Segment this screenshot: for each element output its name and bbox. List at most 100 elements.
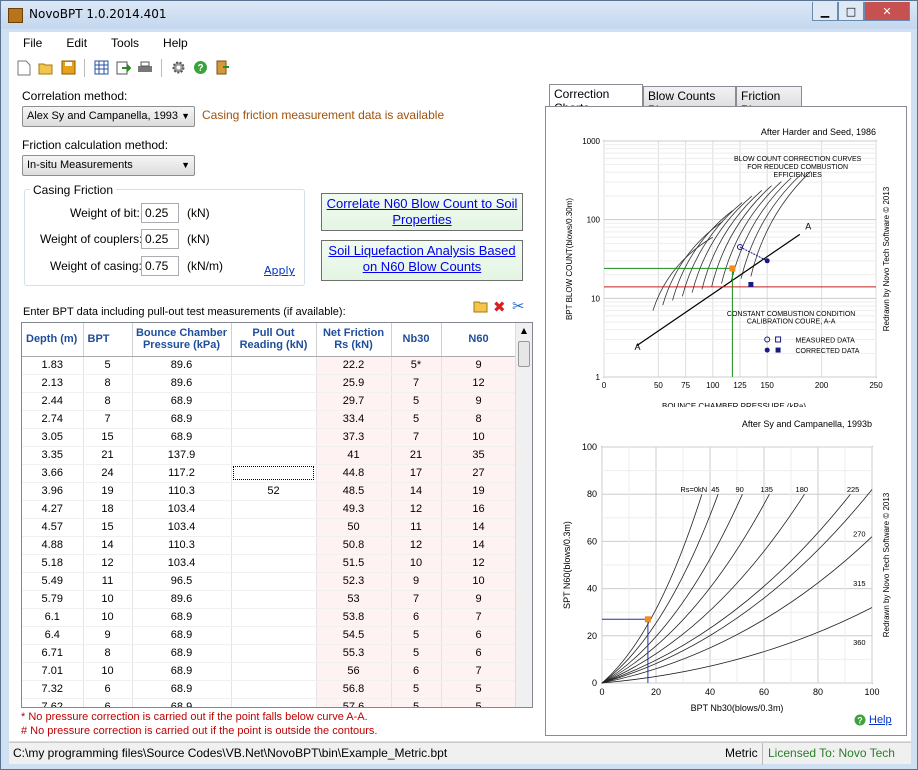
couplers-weight-input[interactable]: 0.25 — [141, 229, 179, 249]
table-cell[interactable] — [231, 356, 317, 375]
table-cell[interactable]: 6 — [391, 662, 442, 681]
table-cell[interactable]: 16 — [441, 500, 517, 519]
table-row[interactable]: 2.74 7 68.9 33.4 5 8 — [22, 410, 517, 429]
table-cell[interactable]: 5 — [391, 410, 442, 429]
liquefaction-button[interactable]: Soil Liquefaction Analysis Based on N60 … — [321, 240, 523, 281]
table-cell[interactable]: 6 — [83, 698, 133, 707]
bit-weight-input[interactable]: 0.25 — [141, 203, 179, 223]
table-cell[interactable]: 5 — [391, 698, 442, 707]
table-cell[interactable]: 7.62 — [22, 698, 84, 707]
table-cell[interactable]: 6 — [83, 680, 133, 699]
table-cell[interactable]: 12 — [441, 374, 517, 393]
column-header[interactable]: Bounce Chamber Pressure (kPa) — [132, 323, 232, 357]
scroll-up-icon[interactable]: ▲ — [516, 323, 532, 339]
casing-weight-input[interactable]: 0.75 — [141, 256, 179, 276]
export-icon[interactable] — [114, 59, 132, 77]
table-cell[interactable]: 11 — [391, 518, 442, 537]
table-cell[interactable] — [231, 572, 317, 591]
table-row[interactable]: 6.71 8 68.9 55.3 5 6 — [22, 644, 517, 663]
table-cell[interactable]: 56 — [316, 662, 392, 681]
table-cell[interactable]: 8 — [83, 644, 133, 663]
column-header[interactable]: Pull Out Reading (kN) — [231, 323, 317, 357]
table-cell[interactable]: 29.7 — [316, 392, 392, 411]
table-cell[interactable]: 68.9 — [132, 428, 232, 447]
table-cell[interactable]: 1.83 — [22, 356, 84, 375]
table-cell[interactable]: 5 — [391, 644, 442, 663]
settings-icon[interactable] — [169, 59, 187, 77]
table-cell[interactable]: 5.18 — [22, 554, 84, 573]
table-cell[interactable]: 17 — [391, 464, 442, 483]
table-cell[interactable]: 110.3 — [132, 482, 232, 501]
table-cell[interactable] — [231, 464, 317, 483]
table-cell[interactable]: 9 — [83, 626, 133, 645]
table-cell[interactable]: 5 — [441, 698, 517, 707]
table-row[interactable]: 1.83 5 89.6 22.2 5* 9 — [22, 356, 517, 375]
table-cell[interactable] — [231, 698, 317, 707]
table-cell[interactable]: 68.9 — [132, 626, 232, 645]
table-cell[interactable]: 68.9 — [132, 392, 232, 411]
table-cell[interactable]: 7.32 — [22, 680, 84, 699]
table-cell[interactable] — [231, 554, 317, 573]
table-cell[interactable] — [231, 374, 317, 393]
table-cell[interactable]: 2.44 — [22, 392, 84, 411]
table-cell[interactable]: 5 — [391, 680, 442, 699]
table-row[interactable]: 6.4 9 68.9 54.5 5 6 — [22, 626, 517, 645]
table-cell[interactable]: 5.49 — [22, 572, 84, 591]
table-cell[interactable]: 51.5 — [316, 554, 392, 573]
table-cell[interactable]: 2.13 — [22, 374, 84, 393]
table-cell[interactable]: 8 — [83, 374, 133, 393]
table-cell[interactable]: 24 — [83, 464, 133, 483]
table-cell[interactable]: 117.2 — [132, 464, 232, 483]
table-cell[interactable]: 14 — [83, 536, 133, 555]
table-cell[interactable]: 6.1 — [22, 608, 84, 627]
table-cell[interactable]: 4.57 — [22, 518, 84, 537]
table-cell[interactable]: 6.71 — [22, 644, 84, 663]
table-row[interactable]: 7.62 6 68.9 57.6 5 5 — [22, 698, 517, 707]
table-row[interactable]: 2.44 8 68.9 29.7 5 9 — [22, 392, 517, 411]
table-cell[interactable]: 15 — [83, 518, 133, 537]
table-cell[interactable]: 7 — [391, 428, 442, 447]
table-cell[interactable]: 12 — [391, 536, 442, 555]
table-cell[interactable]: 7 — [83, 410, 133, 429]
table-cell[interactable] — [231, 662, 317, 681]
table-cell[interactable]: 5 — [441, 680, 517, 699]
table-cell[interactable]: 48.5 — [316, 482, 392, 501]
table-cell[interactable]: 6 — [391, 608, 442, 627]
table-row[interactable]: 4.57 15 103.4 50 11 14 — [22, 518, 517, 537]
table-cell[interactable]: 96.5 — [132, 572, 232, 591]
table-cell[interactable]: 52.3 — [316, 572, 392, 591]
table-cell[interactable] — [231, 536, 317, 555]
apply-link[interactable]: Apply — [264, 264, 295, 277]
table-cell[interactable]: 44.8 — [316, 464, 392, 483]
table-cell[interactable]: 103.4 — [132, 554, 232, 573]
title-bar[interactable]: NovoBPT 1.0.2014.401 ▁ □ ✕ — [1, 1, 917, 29]
table-cell[interactable] — [231, 626, 317, 645]
table-cell[interactable]: 41 — [316, 446, 392, 465]
table-cell[interactable] — [231, 392, 317, 411]
table-cell[interactable]: 89.6 — [132, 590, 232, 609]
table-cell[interactable]: 19 — [441, 482, 517, 501]
column-header[interactable]: Depth (m) — [22, 323, 84, 357]
table-cell[interactable]: 137.9 — [132, 446, 232, 465]
table-cell[interactable]: 14 — [391, 482, 442, 501]
table-cell[interactable]: 21 — [391, 446, 442, 465]
table-cell[interactable]: 7 — [441, 608, 517, 627]
table-cell[interactable]: 50.8 — [316, 536, 392, 555]
help-icon[interactable]: ? — [191, 59, 209, 77]
menu-help[interactable]: Help — [149, 36, 198, 50]
minimize-button[interactable]: ▁ — [812, 2, 838, 21]
column-header[interactable]: Net Friction Rs (kN) — [316, 323, 392, 357]
table-row[interactable]: 6.1 10 68.9 53.8 6 7 — [22, 608, 517, 627]
table-cell[interactable]: 4.88 — [22, 536, 84, 555]
new-file-icon[interactable] — [15, 59, 33, 77]
table-cell[interactable]: 3.96 — [22, 482, 84, 501]
table-cell[interactable]: 5* — [391, 356, 442, 375]
table-cell[interactable]: 6 — [441, 626, 517, 645]
table-cell[interactable]: 33.4 — [316, 410, 392, 429]
table-cell[interactable]: 89.6 — [132, 374, 232, 393]
table-row[interactable]: 5.18 12 103.4 51.5 10 12 — [22, 554, 517, 573]
table-cell[interactable] — [231, 500, 317, 519]
table-row[interactable]: 4.88 14 110.3 50.8 12 14 — [22, 536, 517, 555]
table-cell[interactable]: 3.35 — [22, 446, 84, 465]
menu-edit[interactable]: Edit — [52, 36, 97, 50]
